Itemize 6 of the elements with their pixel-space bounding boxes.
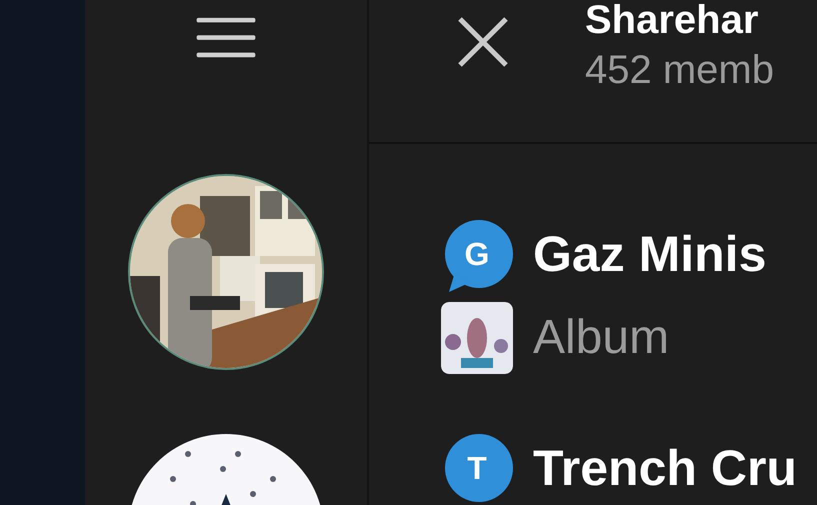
member-count: 452 memb (585, 47, 774, 94)
album-thumbnail-icon (441, 302, 513, 374)
chat-title: Sharehar (585, 0, 760, 40)
message-preview: Album (533, 310, 670, 366)
chat-name[interactable]: Trench Cru (533, 440, 797, 496)
chat-name[interactable]: Gaz Minis (533, 226, 766, 282)
